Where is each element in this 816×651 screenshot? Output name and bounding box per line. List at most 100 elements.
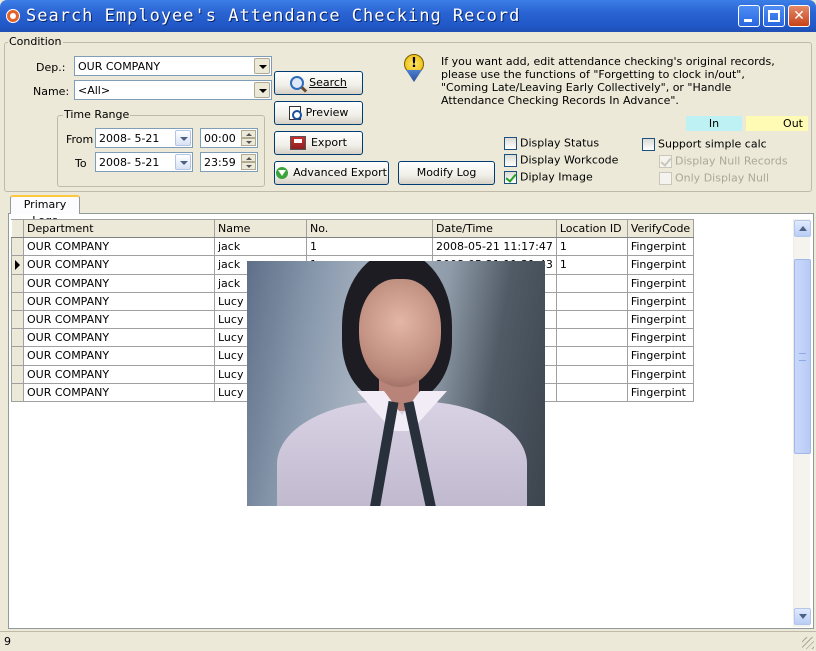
legend-out: Out [746, 116, 808, 131]
table-cell[interactable]: 1 [555, 237, 628, 257]
table-cell[interactable] [555, 364, 628, 384]
table-cell[interactable]: Fingerpint [626, 382, 695, 402]
row-indicator[interactable] [11, 382, 24, 402]
column-header[interactable]: Department [23, 218, 215, 239]
column-header[interactable]: Name [214, 218, 307, 239]
table-cell[interactable]: OUR COMPANY [23, 309, 215, 330]
from-date-picker[interactable]: 2008- 5-21 [95, 128, 193, 148]
to-label: To [75, 157, 87, 170]
table-cell[interactable]: OUR COMPANY [23, 364, 215, 384]
advanced-export-button[interactable]: Advanced Export [274, 161, 389, 185]
minimize-icon [744, 19, 752, 22]
row-indicator[interactable] [11, 237, 24, 257]
maximize-button[interactable] [763, 5, 785, 27]
spin-down-icon[interactable] [241, 138, 256, 146]
to-time-value: 23:59 [204, 156, 236, 169]
spin-up-icon[interactable] [241, 130, 256, 138]
table-cell[interactable] [555, 291, 628, 311]
table-cell[interactable]: Fingerpint [626, 237, 695, 257]
checkbox-box[interactable] [659, 171, 672, 185]
checkbox-box[interactable] [504, 136, 517, 150]
support-simple-calc-checkbox[interactable]: Support simple calc [642, 137, 767, 151]
row-indicator[interactable] [11, 273, 24, 293]
preview-button[interactable]: Preview [274, 101, 363, 125]
dep-select[interactable]: OUR COMPANY [74, 56, 272, 76]
table-cell[interactable]: Fingerpint [626, 309, 695, 330]
row-indicator[interactable] [11, 328, 24, 348]
resize-grip-icon[interactable] [802, 637, 814, 649]
table-cell[interactable]: OUR COMPANY [23, 255, 215, 275]
display-status-label: Display Status [520, 136, 600, 150]
spin-down-icon[interactable] [241, 162, 256, 170]
table-cell[interactable]: 1 [306, 237, 433, 257]
from-time-spinner[interactable]: 00:00 [200, 128, 258, 148]
checkbox-box[interactable] [659, 154, 672, 168]
to-time-spinner[interactable]: 23:59 [200, 152, 258, 172]
export-button[interactable]: Export [274, 131, 363, 155]
spin-up-icon[interactable] [241, 154, 256, 162]
chevron-down-icon[interactable] [254, 82, 270, 98]
table-cell[interactable] [555, 328, 628, 348]
search-button[interactable]: Search [274, 71, 363, 95]
checkbox-box[interactable] [504, 170, 517, 184]
to-date-picker[interactable]: 2008- 5-21 [95, 152, 193, 172]
chevron-down-icon[interactable] [175, 130, 191, 146]
modify-log-button[interactable]: Modify Log [398, 161, 495, 185]
spinner-arrows[interactable] [241, 154, 256, 170]
table-cell[interactable]: OUR COMPANY [23, 346, 215, 366]
table-cell[interactable]: OUR COMPANY [23, 237, 215, 257]
scroll-up-icon[interactable] [794, 220, 811, 237]
column-header[interactable]: Location ID [555, 218, 628, 239]
only-display-null-checkbox[interactable]: Only Display Null [659, 171, 769, 185]
vertical-scrollbar[interactable] [793, 219, 811, 627]
time-range-label: Time Range [63, 108, 131, 121]
table-cell[interactable]: Fingerpint [626, 255, 695, 275]
column-header[interactable]: No. [306, 218, 433, 239]
grid-header-row: Department Name No. Date/Time Location I… [11, 218, 695, 239]
close-button[interactable]: ✕ [788, 5, 810, 27]
table-cell[interactable] [555, 382, 628, 402]
table-cell[interactable]: OUR COMPANY [23, 291, 215, 311]
title-bar[interactable]: Search Employee's Attendance Checking Re… [0, 0, 816, 32]
display-null-records-checkbox[interactable]: Display Null Records [659, 154, 788, 168]
table-cell[interactable]: OUR COMPANY [23, 328, 215, 348]
row-indicator[interactable] [11, 346, 24, 366]
table-cell[interactable]: OUR COMPANY [23, 273, 215, 293]
checkbox-box[interactable] [642, 137, 655, 151]
search-button-label: Search [309, 76, 347, 89]
table-row[interactable]: OUR COMPANY jack 1 2008-05-21 11:17:47 1 Fing… [11, 237, 695, 257]
tab-primary-logs[interactable]: Primary Logs [10, 195, 80, 227]
table-cell[interactable] [555, 273, 628, 293]
table-cell[interactable]: Fingerpint [626, 364, 695, 384]
table-cell[interactable]: Fingerpint [626, 291, 695, 311]
table-cell[interactable]: Fingerpint [626, 328, 695, 348]
display-image-checkbox[interactable]: Diplay Image [504, 170, 593, 184]
row-indicator[interactable] [11, 364, 24, 384]
table-cell[interactable]: Fingerpint [626, 346, 695, 366]
column-header[interactable]: Date/Time [432, 218, 557, 239]
scroll-down-icon[interactable] [794, 608, 811, 625]
table-cell[interactable]: 1 [555, 255, 628, 275]
chevron-down-icon[interactable] [254, 58, 270, 74]
checkbox-box[interactable] [504, 153, 517, 167]
employee-photo [247, 261, 545, 506]
chevron-down-icon[interactable] [175, 154, 191, 170]
table-cell[interactable] [555, 346, 628, 366]
name-select[interactable]: <All> [74, 80, 272, 100]
spinner-arrows[interactable] [241, 130, 256, 146]
row-indicator[interactable] [11, 309, 24, 330]
table-cell[interactable] [555, 309, 628, 330]
support-simple-calc-label: Support simple calc [658, 137, 767, 151]
search-icon [290, 76, 305, 90]
row-indicator[interactable] [11, 291, 24, 311]
minimize-button[interactable] [738, 5, 760, 27]
scrollbar-thumb[interactable] [794, 259, 811, 454]
column-header[interactable]: VerifyCode [626, 218, 695, 239]
table-cell[interactable]: OUR COMPANY [23, 382, 215, 402]
table-cell[interactable]: Fingerpint [626, 273, 695, 293]
table-cell[interactable]: 2008-05-21 11:17:47 [432, 237, 557, 257]
display-workcode-checkbox[interactable]: Display Workcode [504, 153, 618, 167]
display-status-checkbox[interactable]: Display Status [504, 136, 599, 150]
table-cell[interactable]: jack [214, 237, 307, 257]
current-row-indicator-icon[interactable] [11, 255, 24, 275]
